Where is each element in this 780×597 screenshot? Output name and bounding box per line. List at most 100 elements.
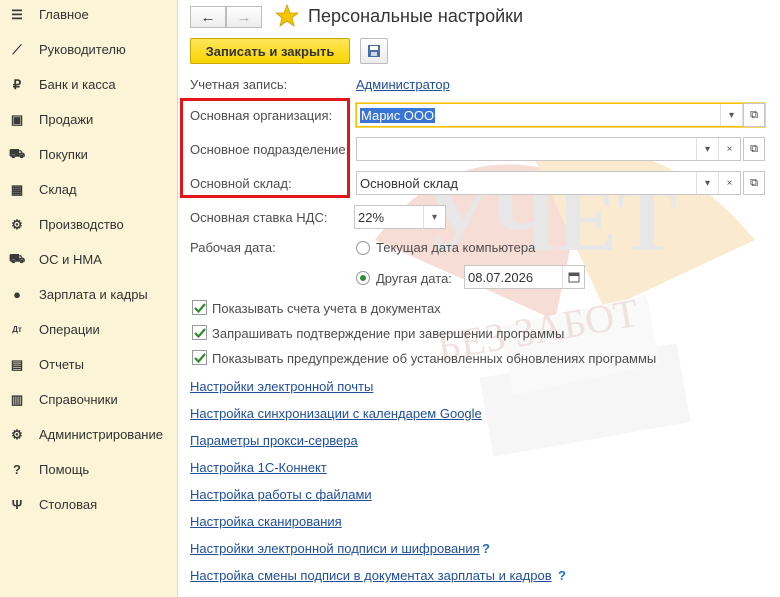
chevron-down-icon[interactable]: ▾ [423,206,445,228]
checkbox-update-warning[interactable] [192,350,207,365]
warehouse-open-button[interactable]: ⧉ [743,171,765,195]
sidebar-item-production[interactable]: ⚙ Производство [0,207,178,242]
help-icon[interactable]: ? [558,568,566,583]
sidebar-item-catalogs[interactable]: ▥ Справочники [0,382,178,417]
clear-icon[interactable]: × [718,172,740,194]
sidebar-item-label: Справочники [39,392,118,407]
sidebar-item-bank[interactable]: ₽ Банк и касса [0,67,178,102]
checkmark-icon [193,302,206,313]
favorite-star-icon[interactable] [275,4,299,28]
sidebar-item-label: ОС и НМА [39,252,102,267]
chevron-down-icon[interactable]: ▾ [696,172,718,194]
radio-other-label: Другая дата: [376,271,452,286]
open-window-icon: ⧉ [750,176,758,189]
link-1c-connect[interactable]: Настройка 1С-Коннект [190,460,327,475]
link-google-calendar[interactable]: Настройка синхронизации с календарем Goo… [190,406,482,421]
open-window-icon: ⧉ [750,142,758,155]
workdate-label: Рабочая дата: [190,240,276,255]
link-email-settings[interactable]: Настройки электронной почты [190,379,373,394]
checkbox-confirm-exit[interactable] [192,325,207,340]
sidebar-item-fixed-assets[interactable]: ⛟ ОС и НМА [0,242,178,277]
link-file-settings[interactable]: Настройка работы с файлами [190,487,372,502]
radio-current-date[interactable] [356,241,370,255]
other-date-value: 08.07.2026 [468,269,534,285]
shopping-cart-icon: ⛟ [8,145,26,161]
checkbox-show-accounts[interactable] [192,300,207,315]
truck-icon: ⛟ [8,250,26,266]
sidebar-item-label: Столовая [39,497,98,512]
sidebar-item-reports[interactable]: ▤ Отчеты [0,347,178,382]
sidebar-item-label: Покупки [39,147,88,162]
sidebar-item-manager[interactable]: ⟋ Руководителю [0,32,178,67]
sidebar-item-canteen[interactable]: Ψ Столовая [0,487,178,522]
sidebar-item-label: Помощь [39,462,90,477]
factory-icon: ⚙ [11,216,23,232]
sidebar-item-label: Администрирование [39,427,163,442]
checkbox-show-accounts-label: Показывать счета учета в документах [212,301,441,316]
sidebar-item-operations[interactable]: Дт Операции [0,312,178,347]
warehouse-value: Основной склад [360,175,458,191]
warehouse-label: Основной склад: [190,176,292,191]
sidebar-item-label: Зарплата и кадры [39,287,148,302]
chevron-down-icon[interactable]: ▾ [696,138,718,160]
sidebar-item-warehouse[interactable]: ▦ Склад [0,172,178,207]
checkmark-icon [193,352,206,363]
dt-kt-icon: Дт [12,325,22,334]
sidebar-item-label: Склад [39,182,77,197]
account-link[interactable]: Администратор [356,77,450,92]
save-and-close-button[interactable]: Записать и закрыть [190,38,350,64]
checkbox-confirm-exit-label: Запрашивать подтверждение при завершении… [212,326,565,341]
person-icon: ● [13,287,21,302]
calendar-icon[interactable] [562,266,584,288]
division-open-button[interactable]: ⧉ [743,137,765,161]
division-label: Основное подразделение: [190,142,350,157]
main-panel: УЧЕТ БЕЗ ЗАБОТ ← → Персональные настройк… [179,0,780,597]
link-scanning[interactable]: Настройка сканирования [190,514,342,529]
sidebar-item-label: Руководителю [39,42,126,57]
arrow-right-icon: → [236,8,252,26]
sidebar-item-administration[interactable]: ⚙ Администрирование [0,417,178,452]
open-window-icon: ⧉ [750,108,758,121]
help-icon[interactable]: ? [482,541,490,556]
other-date-field[interactable]: 08.07.2026 [464,265,585,289]
sidebar-item-purchases[interactable]: ⛟ Покупки [0,137,178,172]
link-digital-signature[interactable]: Настройки электронной подписи и шифрован… [190,541,480,556]
back-button[interactable]: ← [190,6,226,28]
radio-current-label: Текущая дата компьютера [376,240,536,255]
radio-other-date[interactable] [356,271,370,285]
page-title: Персональные настройки [308,6,524,26]
org-open-button[interactable]: ⧉ [743,103,765,127]
menu-icon: ☰ [11,6,23,22]
sidebar-item-help[interactable]: ? Помощь [0,452,178,487]
sidebar-item-salary[interactable]: ● Зарплата и кадры [0,277,178,312]
report-icon: ▤ [10,356,24,372]
clear-icon[interactable]: × [718,138,740,160]
forward-button[interactable]: → [226,6,262,28]
help-icon: ? [13,462,21,477]
sidebar-item-main[interactable]: ☰ Главное [0,0,178,32]
sidebar-item-label: Отчеты [39,357,84,372]
save-button[interactable] [360,38,388,64]
ruble-coin-icon: ₽ [12,76,22,92]
shopping-bag-icon: ▣ [10,111,24,127]
sidebar-item-label: Банк и касса [39,77,116,92]
warehouse-grid-icon: ▦ [10,181,24,197]
vat-select[interactable]: 22% ▾ [354,205,446,229]
fork-knife-icon: Ψ [11,497,23,512]
division-field[interactable]: ▾ × [356,137,741,161]
warehouse-field[interactable]: Основной склад ▾ × [356,171,741,195]
chevron-down-icon[interactable]: ▾ [720,104,742,126]
floppy-disk-icon [368,45,380,57]
link-signature-change[interactable]: Настройка смены подписи в документах зар… [190,568,552,583]
books-icon: ▥ [10,391,24,407]
sidebar-item-label: Производство [39,217,124,232]
sidebar-item-sales[interactable]: ▣ Продажи [0,102,178,137]
trend-chart-icon: ⟋ [12,41,22,57]
checkmark-icon [193,327,206,338]
vat-value: 22% [358,209,385,225]
gear-icon: ⚙ [11,426,23,442]
org-field[interactable]: Марис ООО ▾ × [356,103,765,127]
sidebar-item-label: Операции [39,322,100,337]
sidebar-item-label: Продажи [39,112,94,127]
link-proxy[interactable]: Параметры прокси-сервера [190,433,358,448]
